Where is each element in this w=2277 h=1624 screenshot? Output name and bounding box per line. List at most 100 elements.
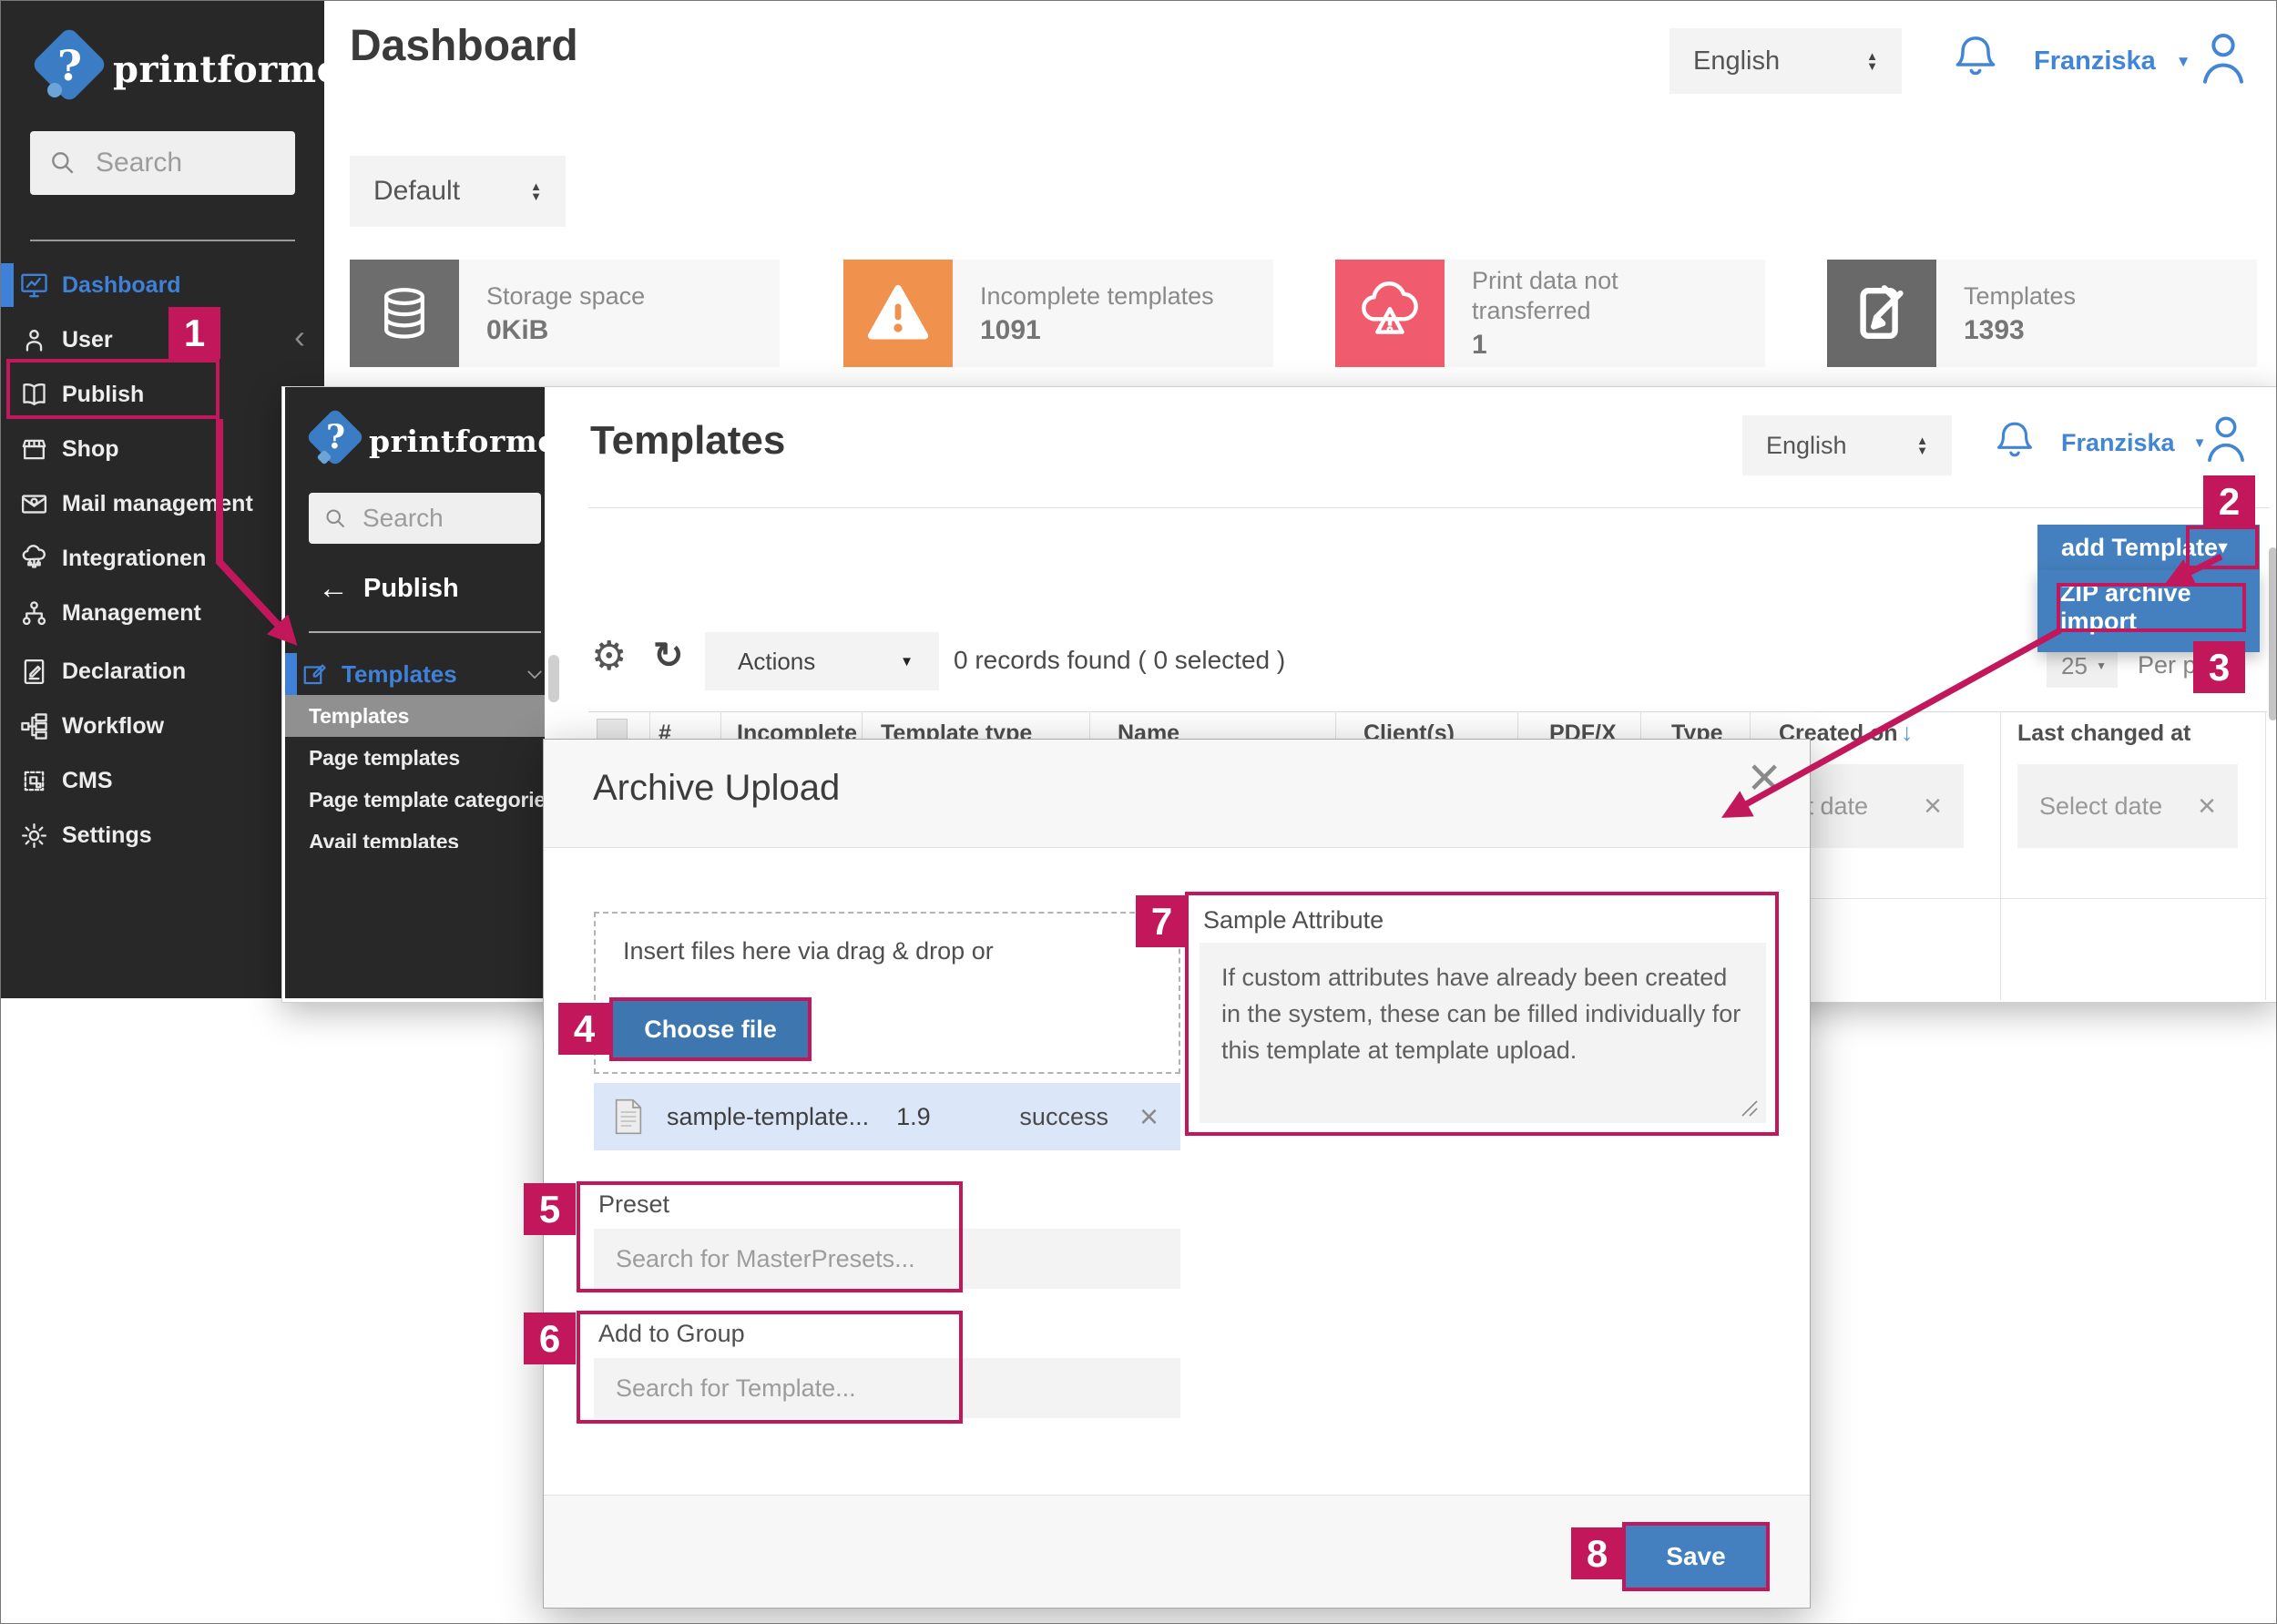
avatar-icon[interactable] — [2194, 25, 2252, 90]
search-icon — [48, 148, 77, 178]
group-input-wrap[interactable] — [594, 1358, 1180, 1418]
file-icon — [610, 1096, 647, 1138]
printformer-logo[interactable]: ? printformer — [307, 409, 535, 473]
table-top-border — [588, 711, 2267, 712]
preset-input-wrap[interactable] — [594, 1229, 1180, 1289]
sidebar-item-mail-management[interactable]: Mail management — [19, 478, 253, 529]
step-badge-8: 8 — [1571, 1527, 1623, 1579]
sidebar-item-declaration[interactable]: Declaration — [19, 646, 186, 697]
stat-value: 0KiB — [486, 315, 780, 346]
bell-icon[interactable] — [1950, 30, 2001, 87]
last-changed-date-filter[interactable]: Select date × — [2017, 764, 2238, 848]
column-divider — [2265, 711, 2266, 1000]
group-search-input[interactable] — [614, 1374, 1128, 1404]
clear-filter-icon[interactable]: × — [2198, 789, 2216, 824]
close-icon[interactable]: × — [1748, 750, 1781, 806]
select-arrows-icon: ▲▼ — [1866, 51, 1878, 71]
sidebar-item-templates-parent[interactable]: Templates — [301, 653, 545, 695]
choose-file-label: Choose file — [644, 1016, 777, 1044]
back-to-publish[interactable]: ← Publish — [318, 571, 459, 607]
avatar-icon[interactable] — [2200, 409, 2252, 467]
page-title: Dashboard — [350, 21, 578, 71]
sidebar-search[interactable] — [30, 131, 295, 195]
badge-number: 4 — [574, 1007, 595, 1051]
sidebar-search-input[interactable] — [361, 503, 528, 534]
sample-attribute-textarea[interactable]: If custom attributes have already been c… — [1200, 943, 1766, 1123]
stat-icon-box — [350, 260, 459, 367]
back-arrow-icon: ← — [318, 571, 349, 607]
sidebar-search[interactable] — [309, 493, 541, 544]
sidebar-item-label: User — [62, 327, 113, 353]
mail-icon — [19, 489, 49, 519]
sidebar-item-label: CMS — [62, 768, 113, 794]
submenu-item-page-template-categories[interactable]: Page template categories — [285, 779, 545, 821]
column-header-last-changed[interactable]: Last changed at — [2017, 720, 2190, 747]
gear-icon — [19, 821, 49, 851]
save-button[interactable]: Save — [1622, 1522, 1770, 1591]
clear-filter-icon[interactable]: × — [1924, 789, 1942, 824]
preset-label: Preset — [598, 1190, 669, 1219]
sample-attribute-label: Sample Attribute — [1203, 906, 1384, 935]
active-item-indicator — [285, 653, 297, 695]
chevron-down-icon: ▼ — [2176, 53, 2191, 71]
sidebar-divider — [309, 631, 541, 633]
zip-archive-import-item[interactable]: ZIP archive import — [2060, 587, 2242, 628]
sidebar-scrollbar[interactable] — [548, 655, 559, 702]
chevron-down-icon: ▼ — [2215, 538, 2231, 557]
sidebar-item-workflow[interactable]: Workflow — [19, 700, 164, 751]
sidebar-item-shop[interactable]: Shop — [19, 424, 119, 475]
bell-icon[interactable] — [1992, 416, 2037, 467]
sidebar-item-integrationen[interactable]: Integrationen — [19, 533, 206, 584]
table-settings-gear-icon[interactable]: ⚙ — [591, 633, 627, 679]
refresh-icon[interactable]: ↻ — [653, 635, 684, 677]
add-template-caret-button[interactable]: ▼ — [2190, 528, 2256, 567]
date-filter-placeholder: Select date — [2039, 792, 2162, 821]
workspace-select[interactable]: Default ▲▼ — [350, 156, 566, 227]
user-menu[interactable]: Franziska ▼ — [2061, 429, 2206, 457]
warning-icon — [864, 280, 932, 347]
submenu-item-avail-templates[interactable]: Avail templates — [285, 821, 545, 848]
remove-file-icon[interactable]: × — [1139, 1098, 1159, 1136]
dashboard-icon — [19, 271, 49, 301]
preset-search-input[interactable] — [614, 1244, 1128, 1274]
sidebar-item-management[interactable]: Management — [19, 587, 201, 638]
actions-select-value: Actions — [738, 648, 815, 676]
sidebar-item-label: Integrationen — [62, 546, 206, 572]
page-scrollbar[interactable] — [2269, 547, 2277, 720]
sidebar-item-label: Workflow — [62, 713, 164, 740]
sidebar-item-publish[interactable]: Publish — [19, 369, 144, 420]
submenu-item-templates[interactable]: Templates — [285, 695, 545, 737]
sidebar-item-user[interactable]: User — [19, 314, 113, 365]
sidebar-item-settings[interactable]: Settings — [19, 810, 152, 861]
actions-select[interactable]: Actions ▼ — [705, 632, 939, 690]
stat-value: 1393 — [1964, 315, 2257, 346]
sidebar-item-dashboard[interactable]: Dashboard — [19, 260, 181, 311]
sidebar-item-label: Management — [62, 600, 201, 627]
printformer-logo[interactable]: ? printformer — [31, 28, 304, 110]
submenu-item-page-templates[interactable]: Page templates — [285, 737, 545, 779]
step-badge-2: 2 — [2203, 475, 2255, 527]
resize-handle-icon[interactable] — [1739, 1098, 1759, 1118]
page-title: Templates — [590, 418, 785, 464]
sidebar-search-input[interactable] — [94, 147, 280, 179]
sidebar-item-label: Settings — [62, 822, 152, 849]
per-page-value: 25 — [2061, 652, 2088, 680]
language-select[interactable]: English ▲▼ — [1742, 415, 1952, 475]
sidebar-item-cms[interactable]: CMS — [19, 755, 113, 806]
user-name: Franziska — [2061, 429, 2175, 457]
choose-file-button[interactable]: Choose file — [609, 997, 812, 1061]
edit-icon — [1850, 281, 1914, 345]
select-arrows-icon: ▲▼ — [530, 181, 542, 201]
badge-number: 2 — [2219, 480, 2240, 524]
user-menu[interactable]: Franziska ▼ — [2034, 46, 2191, 77]
step-badge-6: 6 — [524, 1312, 576, 1364]
sidebar-collapse-chevron[interactable]: ‹ — [294, 318, 305, 356]
badge-number: 1 — [184, 312, 205, 355]
per-page-label: Per p — [2138, 651, 2197, 679]
logo-wordmark: printformer — [113, 48, 360, 91]
chevron-down-icon: ▼ — [2096, 659, 2107, 672]
language-select[interactable]: English ▲▼ — [1669, 28, 1902, 94]
step-badge-5: 5 — [524, 1183, 576, 1235]
sidebar-item-label: Shop — [62, 436, 119, 463]
sort-descending-icon[interactable]: ↓ — [1901, 719, 1914, 747]
